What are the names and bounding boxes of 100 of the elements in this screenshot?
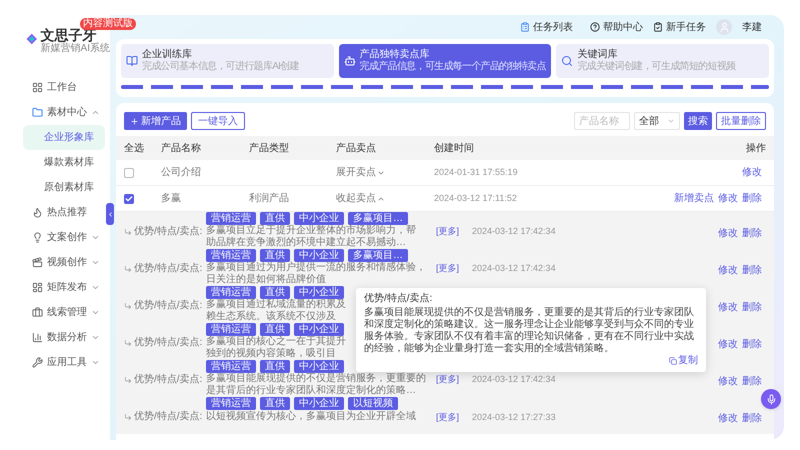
sidebar-item[interactable]: 素材中心	[18, 100, 110, 125]
import-button[interactable]: 一键导入	[191, 112, 245, 130]
user-icon	[718, 22, 730, 32]
batch-delete-button[interactable]: 批量删除	[716, 112, 766, 130]
row-checkbox[interactable]	[124, 194, 134, 204]
tab-subtitle: 完成产品信息，可生成每一个产品的独特卖点	[360, 61, 546, 73]
tab-subtitle: 完成关键词创建，可生成简短的短视频	[577, 61, 736, 73]
tab-subtitle: 完成公司基本信息，可进行题库AI创建	[142, 61, 299, 73]
action-link[interactable]: 修改	[742, 165, 762, 180]
sidebar-item[interactable]: 视频创作	[18, 250, 110, 275]
clapperboard-icon	[32, 257, 43, 268]
tag: 中小企业	[294, 249, 344, 262]
tab[interactable]: 关键词库 完成关键词创建，可生成简短的短视频	[556, 44, 769, 78]
feature-label: 优势/特点/卖点:	[134, 300, 202, 312]
folder-icon	[32, 107, 43, 118]
tag: 直供	[260, 249, 290, 262]
tab-title: 关键词库	[577, 49, 618, 60]
dashboard-icon	[32, 282, 43, 293]
action-link[interactable]: 删除	[742, 191, 762, 206]
action-link[interactable]: 删除	[742, 411, 762, 426]
sidebar-item[interactable]: 热点推荐	[18, 200, 110, 225]
action-link[interactable]: 删除	[742, 226, 762, 241]
expand-toggle[interactable]: 展开卖点	[336, 165, 434, 180]
tab[interactable]: 企业训练库 完成公司基本信息，可进行题库AI创建	[121, 44, 334, 78]
flame-icon	[32, 207, 43, 218]
tag: 营销运营	[206, 397, 256, 410]
action-link[interactable]: 新增卖点	[674, 191, 714, 206]
sidebar-item[interactable]: 文案创作	[18, 225, 110, 250]
created-time: 2024-03-12 17:42:34	[472, 373, 556, 386]
action-link[interactable]: 删除	[742, 300, 762, 315]
header-link[interactable]: 帮助中心	[590, 20, 643, 34]
corner-icon	[124, 339, 132, 347]
tab-title: 产品独特卖点库	[360, 49, 431, 60]
tag: 以短视频	[348, 397, 398, 410]
corner-icon	[124, 302, 132, 310]
tag: 中小企业	[294, 323, 344, 336]
popover-text: 多赢项目能展现提供的不仅是营销服务，更重要的是其背后的行业专家团队和深度定制化的策略建议。这一服务理念让企业能够享受到与众不同的专业服务体验。专家团队不仅有着丰富的理论知识储备，更有在不同行业中实战的经验，能够为企业量身打造一套实用的全域营销策略。	[364, 307, 695, 354]
user-name[interactable]: 李建	[742, 20, 762, 34]
plus-icon	[130, 116, 139, 126]
feature-label: 优势/特点/卖点:	[134, 411, 202, 423]
tag: 营销运营	[206, 323, 256, 336]
version-badge: 内容测试版	[80, 18, 136, 30]
column-header[interactable]: 全选	[124, 140, 161, 156]
more-link[interactable]: [更多]	[436, 225, 466, 249]
filter-select[interactable]: 全部	[634, 112, 680, 130]
mic-icon	[766, 394, 776, 404]
sidebar-item[interactable]: 矩阵发布	[18, 275, 110, 300]
sidebar-subitem[interactable]: 企业形象库	[23, 125, 105, 150]
sidebar-subitem[interactable]: 爆款素材库	[23, 150, 105, 175]
chevron-icon	[106, 210, 114, 218]
action-link[interactable]: 修改	[718, 411, 738, 426]
tag: 营销运营	[206, 249, 256, 262]
action-link[interactable]: 修改	[718, 191, 738, 206]
action-link[interactable]: 删除	[742, 263, 762, 278]
book-icon	[126, 55, 138, 67]
action-link[interactable]: 修改	[718, 337, 738, 352]
tab-title: 企业训练库	[142, 49, 193, 60]
row-checkbox[interactable]	[124, 168, 134, 178]
tag: 直供	[260, 397, 290, 410]
sidebar-item[interactable]: 线索管理	[18, 300, 110, 325]
collapse-handle[interactable]	[106, 203, 114, 225]
add-product-button[interactable]: 新增产品	[124, 112, 187, 130]
created-time: 2024-03-12 17:11:52	[434, 192, 518, 205]
column-header: 产品卖点	[336, 142, 377, 156]
tag: 直供	[260, 360, 290, 373]
search-button[interactable]: 搜索	[684, 112, 712, 130]
more-link[interactable]: [更多]	[436, 373, 466, 397]
search-field[interactable]: 产品名称	[574, 112, 630, 130]
action-link[interactable]: 删除	[742, 374, 762, 389]
action-link[interactable]: 修改	[718, 300, 738, 315]
tab[interactable]: 产品独特卖点库 完成产品信息，可生成每一个产品的独特卖点	[338, 44, 552, 78]
clipboard-icon	[520, 22, 530, 32]
table-cell-text: 利润产品	[249, 192, 290, 206]
sidebar-subitem[interactable]: 原创素材库	[23, 175, 105, 200]
action-link[interactable]: 删除	[742, 337, 762, 352]
tag: 直供	[260, 323, 290, 336]
more-link[interactable]: [更多]	[436, 411, 466, 423]
action-link[interactable]: 修改	[718, 263, 738, 278]
action-link[interactable]: 修改	[718, 226, 738, 241]
sidebar-item[interactable]: 工作台	[18, 75, 110, 100]
column-header: 产品类型	[249, 142, 290, 156]
more-link[interactable]: [更多]	[436, 262, 466, 286]
column-header: 产品名称	[161, 142, 202, 156]
microphone-button[interactable]	[761, 389, 781, 409]
copy-button[interactable]: 复制	[669, 355, 698, 367]
tag: 营销运营	[206, 360, 256, 373]
expand-toggle[interactable]: 收起卖点	[336, 191, 434, 206]
corner-icon	[124, 376, 132, 384]
feature-label: 优势/特点/卖点:	[134, 374, 202, 386]
column-header: 创建时间	[434, 142, 475, 156]
corner-icon	[124, 228, 132, 236]
action-link[interactable]: 修改	[718, 374, 738, 389]
help-icon	[590, 22, 600, 32]
brand-subtitle: 新媒营销AI系统	[40, 43, 110, 54]
header-link[interactable]: 新手任务	[653, 20, 706, 34]
sidebar-item[interactable]: 数据分析	[18, 325, 110, 350]
robot-icon	[344, 55, 356, 67]
sidebar-item[interactable]: 应用工具	[18, 350, 110, 375]
popover-title: 优势/特点/卖点:	[364, 293, 434, 305]
feature-label: 优势/特点/卖点:	[134, 226, 202, 238]
